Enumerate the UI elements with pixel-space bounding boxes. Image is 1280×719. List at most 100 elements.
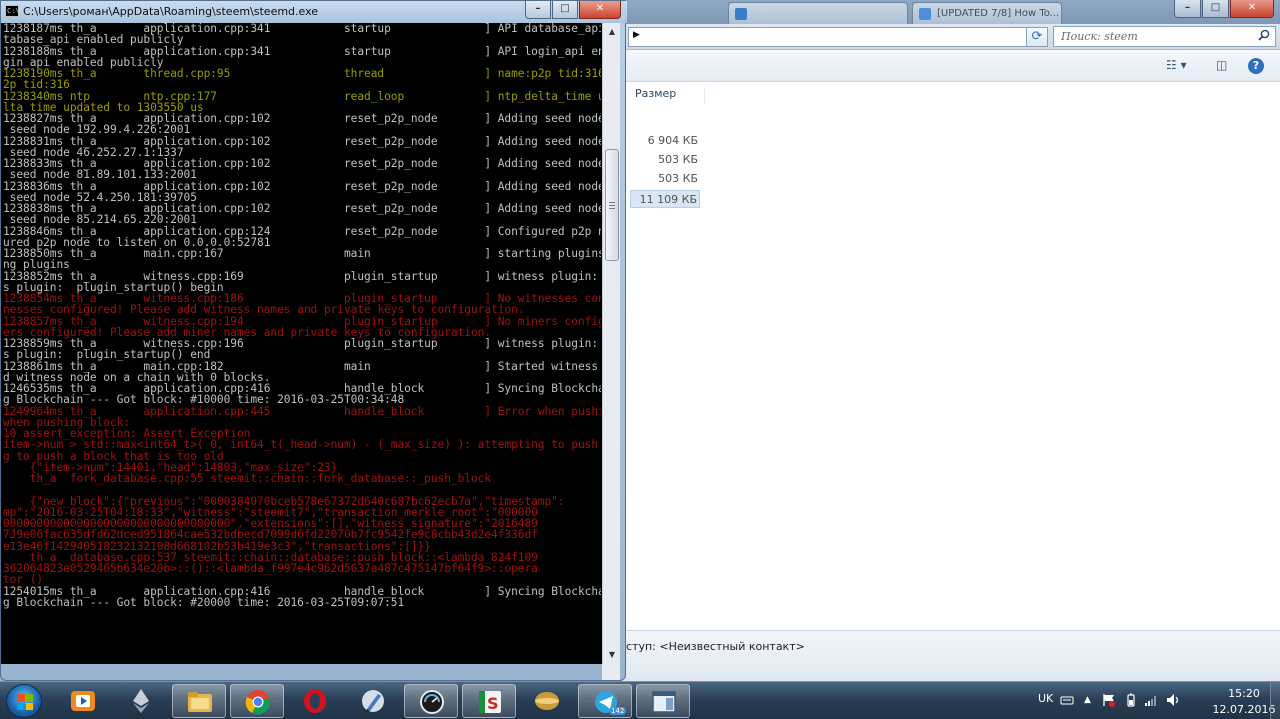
telegram-unread-badge: 142 bbox=[609, 707, 627, 715]
console-line: ng plugins bbox=[3, 259, 70, 272]
taskbar-clock-app[interactable] bbox=[404, 684, 458, 718]
flag-icon[interactable] bbox=[1102, 693, 1116, 707]
browser-window-controls: – □ ✕ bbox=[1174, 0, 1274, 18]
scroll-up-arrow-icon[interactable]: ▲ bbox=[604, 24, 620, 40]
console-output[interactable]: 1238187ms th_a application.cpp:341 start… bbox=[1, 23, 602, 664]
language-indicator[interactable]: UK bbox=[1038, 692, 1053, 705]
clock-date[interactable]: 12.07.2016 bbox=[1212, 703, 1276, 716]
clock-icon bbox=[420, 690, 444, 714]
console-line: g Blockchain --- Got block: #20000 time:… bbox=[3, 596, 405, 609]
search-placeholder: Поиск: steem bbox=[1061, 30, 1138, 43]
chrome-icon bbox=[245, 690, 270, 715]
console-line: 2p tid:316 bbox=[3, 79, 70, 92]
taskbar-spreadsheet-app[interactable]: S bbox=[462, 684, 516, 718]
browser-close-button[interactable]: ✕ bbox=[1230, 0, 1274, 18]
console-line: 362064823e0529465b634e20b>::()::<lambda_… bbox=[3, 563, 538, 575]
file-size-cell-selected[interactable]: 11 109 КБ bbox=[630, 190, 700, 208]
console-maximize-button[interactable]: □ bbox=[552, 1, 578, 19]
taskbar-file-explorer[interactable] bbox=[172, 684, 226, 718]
console-line: 1238861ms th_a main.cpp:182 main ] Start… bbox=[3, 360, 599, 373]
cmd-icon: C:\ bbox=[5, 5, 20, 17]
network-signal-icon[interactable] bbox=[1144, 693, 1158, 707]
explorer-details-pane: ступ: <Неизвестный контакт> bbox=[600, 630, 1280, 681]
console-line: 10 assert_exception: Assert Exception bbox=[3, 428, 251, 440]
console-window-controls: – □ ✕ bbox=[525, 1, 621, 19]
console-line: when pushing block: bbox=[3, 416, 131, 429]
console-line: 1238838ms th_a application.cpp:102 reset… bbox=[3, 203, 601, 215]
scroll-down-arrow-icon[interactable]: ▼ bbox=[604, 647, 620, 663]
taskbar-window-app[interactable] bbox=[636, 684, 690, 718]
refresh-icon: ⟳ bbox=[1031, 29, 1043, 44]
taskbar-steem-app[interactable] bbox=[520, 684, 574, 718]
console-line: 1246535ms th_a application.cpp:416 handl… bbox=[3, 383, 601, 395]
console-line: 1238831ms th_a application.cpp:102 reset… bbox=[3, 135, 601, 148]
refresh-button[interactable]: ⟳ bbox=[1026, 27, 1048, 47]
system-tray: UK ▲ 15:20 12.07.2016 bbox=[1020, 682, 1280, 719]
console-line: {"item->num":14401,"head":14803,"max_siz… bbox=[3, 461, 338, 474]
console-line: ured p2p node to listen on 0.0.0.0:52781 bbox=[3, 236, 271, 249]
browser-tab-active[interactable]: [UPDATED 7/8] How To... bbox=[912, 2, 1062, 24]
browser-tab-label: [UPDATED 7/8] How To... bbox=[937, 8, 1060, 19]
console-line: d witness node on a chain with 0 blocks. bbox=[3, 371, 271, 384]
taskbar-chrome[interactable] bbox=[230, 684, 284, 718]
window-icon bbox=[652, 691, 676, 713]
console-line: 1238340ms ntp ntp.cpp:177 read_loop ] nt… bbox=[3, 90, 601, 103]
console-line: th_a fork_database.cpp:55 steemit::chain… bbox=[3, 473, 492, 485]
console-line: 1238187ms th_a application.cpp:341 start… bbox=[3, 23, 601, 35]
tray-expand-icon[interactable]: ▲ bbox=[1084, 695, 1098, 709]
start-button[interactable] bbox=[6, 684, 42, 718]
help-icon[interactable]: ? bbox=[1248, 58, 1264, 74]
console-line: 1238852ms th_a witness.cpp:169 plugin_st… bbox=[3, 270, 599, 283]
console-line: 1238188ms th_a application.cpp:341 start… bbox=[3, 45, 601, 58]
spreadsheet-icon: S bbox=[479, 691, 501, 713]
resize-grip[interactable] bbox=[602, 664, 620, 680]
console-scrollbar[interactable]: ▲ ▼ bbox=[602, 23, 620, 664]
browser-minimize-button[interactable]: – bbox=[1174, 0, 1201, 18]
battery-icon[interactable] bbox=[1124, 693, 1138, 707]
console-line: 1238833ms th_a application.cpp:102 reset… bbox=[3, 158, 601, 170]
address-input[interactable]: ▶ ▼ bbox=[628, 27, 1048, 47]
console-minimize-button[interactable]: – bbox=[525, 1, 551, 19]
column-header-size[interactable]: Размер bbox=[629, 87, 705, 105]
console-line: 1254015ms th_a application.cpp:416 handl… bbox=[3, 585, 601, 598]
console-line: g Blockchain --- Got block: #10000 time:… bbox=[3, 394, 405, 407]
console-line: e13e46f142940518232132108d668102b53b419e… bbox=[3, 540, 431, 553]
background-browser-titlebar: [UPDATED 7/8] How To... – □ ✕ bbox=[600, 0, 1280, 24]
media-player-icon bbox=[71, 691, 95, 711]
taskbar-telegram[interactable]: 142 bbox=[578, 684, 632, 718]
search-input[interactable]: Поиск: steem bbox=[1053, 26, 1276, 47]
browser-tab[interactable] bbox=[728, 2, 908, 24]
explorer-address-bar: ▶ ▼ ⟳ Поиск: steem bbox=[600, 24, 1280, 50]
taskbar: S 142 UK ▲ 15:20 12.07.2016 bbox=[0, 681, 1280, 719]
console-line: 7J9e06fac635dfd62dced951864cae532bdbecd7… bbox=[3, 529, 538, 542]
console-line: ers configured! Please add miner names a… bbox=[3, 326, 492, 339]
console-line: {"new_block":{"previous":"0000384070bceb… bbox=[3, 495, 565, 508]
console-line: item->num > std::max<int64_t>( 0, int64_… bbox=[3, 439, 599, 452]
explorer-toolbar: ☷ ▾ ◫ ? bbox=[600, 50, 1280, 82]
view-options-icon[interactable]: ☷ ▾ bbox=[1166, 58, 1187, 74]
console-line: 1238190ms th_a thread.cpp:95 thread ] na… bbox=[3, 68, 601, 80]
console-line: gin_api enabled publicly bbox=[3, 56, 164, 69]
browser-maximize-button[interactable]: □ bbox=[1202, 0, 1229, 18]
console-window: C:\ C:\Users\роман\AppData\Roaming\steem… bbox=[0, 0, 627, 681]
clock-time[interactable]: 15:20 bbox=[1216, 687, 1272, 700]
console-line: 1238850ms th_a main.cpp:167 main ] start… bbox=[3, 248, 601, 260]
console-close-button[interactable]: ✕ bbox=[579, 1, 621, 19]
volume-icon[interactable] bbox=[1166, 693, 1180, 707]
taskbar-ethereum-wallet[interactable] bbox=[114, 684, 168, 718]
file-size-cell: 6 904 КБ bbox=[647, 134, 698, 147]
show-desktop-button[interactable] bbox=[1270, 682, 1280, 719]
preview-pane-icon[interactable]: ◫ bbox=[1216, 58, 1227, 74]
taskbar-opera[interactable] bbox=[288, 684, 342, 718]
console-titlebar[interactable]: C:\ C:\Users\роман\AppData\Roaming\steem… bbox=[1, 1, 627, 23]
search-icon[interactable] bbox=[1258, 29, 1270, 41]
taskbar-pen-tool[interactable] bbox=[346, 684, 400, 718]
console-line: g to push a block that is too old bbox=[3, 450, 224, 463]
keyboard-icon[interactable] bbox=[1060, 693, 1074, 707]
console-line: seed node 192.99.4.226:2001 bbox=[3, 124, 191, 137]
taskbar-media-player[interactable] bbox=[56, 684, 110, 718]
console-line: seed node 52.4.250.181:39705 bbox=[3, 191, 197, 204]
console-line: mp":"2016-03-25T04:18:33","witness":"ste… bbox=[3, 506, 538, 519]
explorer-window: ▶ ▼ ⟳ Поиск: steem ☷ ▾ ◫ ? Размер 6 904 … bbox=[600, 24, 1280, 681]
scrollbar-thumb[interactable] bbox=[605, 149, 619, 261]
